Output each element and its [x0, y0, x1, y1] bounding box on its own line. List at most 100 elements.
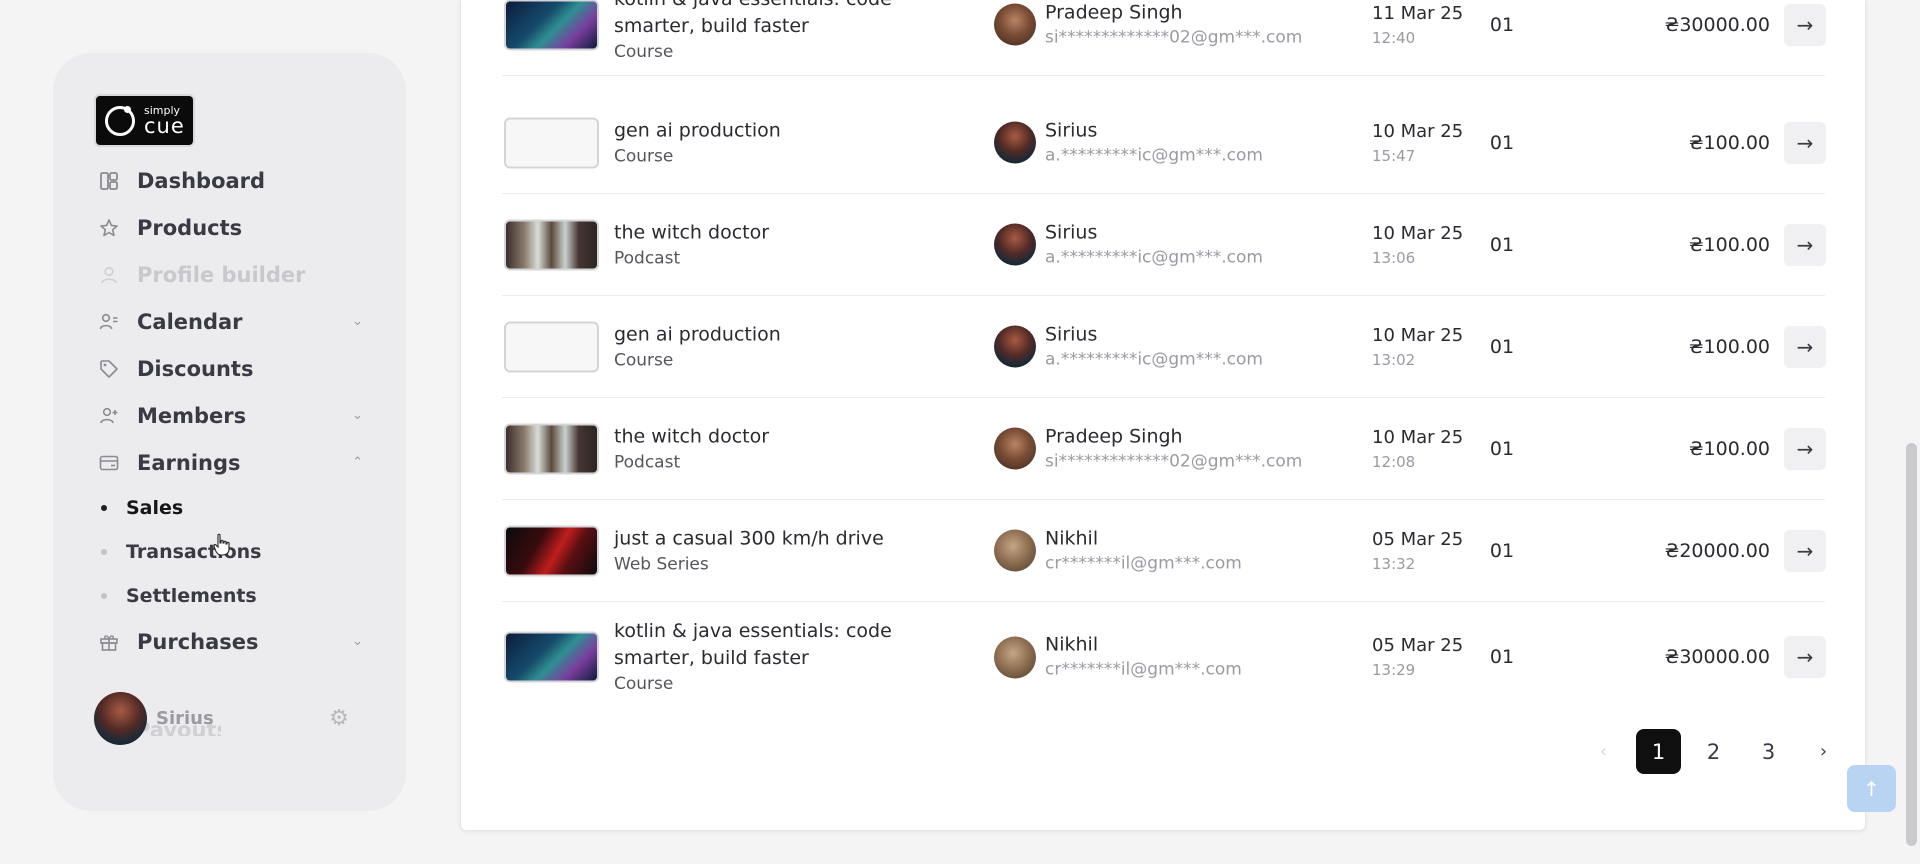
- product-type: Podcast: [614, 248, 681, 268]
- arrow-right-icon[interactable]: →: [1784, 636, 1826, 678]
- amount: ₴100.00: [1688, 131, 1770, 154]
- quantity: 01: [1489, 437, 1515, 460]
- product-type: Course: [614, 350, 674, 370]
- sidebar-item-label: Products: [137, 215, 243, 240]
- sale-date: 10 Mar 25: [1372, 222, 1464, 244]
- sidebar-subitem-settlements[interactable]: Settlements: [98, 574, 368, 618]
- sale-date: 05 Mar 25: [1372, 528, 1464, 550]
- dot: [101, 549, 107, 555]
- scrollbar[interactable]: [1906, 443, 1917, 846]
- table-row: the witch doctor Podcast Pradeep Singh s…: [502, 398, 1826, 500]
- product-title: the witch doctor: [614, 425, 770, 447]
- product-title: kotlin & java essentials: code smarter, …: [614, 0, 892, 37]
- product-type: Course: [614, 674, 674, 694]
- product-title: gen ai production: [614, 323, 781, 345]
- sales-table: kotlin & java essentials: code smarter, …: [460, 0, 1866, 831]
- amount: ₴20000.00: [1664, 539, 1770, 562]
- sidebar-subitem-label: Settlements: [126, 585, 257, 607]
- chevron-right-icon[interactable]: ›: [1801, 729, 1846, 774]
- arrow-right-icon[interactable]: →: [1784, 529, 1826, 572]
- product-thumbnail: [504, 117, 599, 168]
- product-title: gen ai production: [614, 119, 781, 141]
- arrow-right-icon[interactable]: →: [1784, 121, 1826, 164]
- buyer-email: cr*******il@gm***.com: [1045, 659, 1242, 680]
- gift-icon: [98, 631, 120, 653]
- sale-date: 11 Mar 25: [1372, 2, 1464, 24]
- sidebar-item-purchases[interactable]: Purchases ⌄: [98, 618, 368, 665]
- sidebar-subitem-transactions[interactable]: Transactions: [98, 530, 368, 574]
- sidebar-nav: Dashboard Products Profile builder Calen…: [98, 157, 368, 665]
- amount: ₴30000.00: [1664, 646, 1770, 668]
- dashboard-icon: [98, 170, 120, 192]
- arrow-right-icon[interactable]: →: [1784, 427, 1826, 470]
- quantity: 01: [1489, 13, 1515, 36]
- sidebar-item-dashboard[interactable]: Dashboard: [98, 157, 368, 204]
- table-row: kotlin & java essentials: code smarter, …: [502, 0, 1826, 76]
- buyer-name: Pradeep Singh: [1045, 1, 1183, 23]
- tag-icon: [98, 358, 120, 380]
- page-1-button[interactable]: 1: [1636, 729, 1681, 774]
- sale-date: 10 Mar 25: [1372, 324, 1464, 346]
- page-2-button[interactable]: 2: [1691, 729, 1736, 774]
- person-icon: [98, 264, 120, 286]
- product-thumbnail: [504, 423, 599, 474]
- product-type: Podcast: [614, 452, 681, 472]
- avatar: [94, 691, 147, 745]
- arrow-right-icon[interactable]: →: [1784, 325, 1826, 368]
- logo-text-bottom: cue: [144, 113, 185, 138]
- scroll-to-top-button[interactable]: ↑: [1847, 765, 1896, 812]
- buyer-name: Nikhil: [1045, 527, 1099, 549]
- sale-time: 13:29: [1372, 661, 1416, 679]
- user-profile[interactable]: Sirius ⚙: [94, 690, 364, 746]
- sale-time: 13:32: [1372, 554, 1416, 573]
- sale-time: 13:06: [1372, 248, 1416, 267]
- table-row: the witch doctor Podcast Sirius a.******…: [502, 194, 1826, 296]
- sidebar-subitem-label: Sales: [126, 497, 184, 519]
- page-3-button[interactable]: 3: [1746, 729, 1791, 774]
- quantity: 01: [1489, 646, 1515, 668]
- sidebar-item-profile-builder[interactable]: Profile builder: [98, 251, 368, 298]
- product-thumbnail: [504, 219, 599, 270]
- active-dot: [101, 505, 107, 511]
- table-row: gen ai production Course Sirius a.******…: [502, 92, 1826, 194]
- gear-icon[interactable]: ⚙: [329, 706, 349, 731]
- sale-date: 10 Mar 25: [1372, 426, 1464, 448]
- sale-time: 13:02: [1372, 350, 1416, 369]
- chevron-left-icon[interactable]: ‹: [1581, 729, 1626, 774]
- buyer-email: a.*********ic@gm***.com: [1045, 145, 1263, 165]
- buyer-email: a.*********ic@gm***.com: [1045, 349, 1263, 369]
- quantity: 01: [1489, 335, 1515, 358]
- sidebar-item-members[interactable]: Members ⌄: [98, 392, 368, 439]
- sale-time: 15:47: [1372, 146, 1416, 165]
- amount: ₴100.00: [1688, 233, 1770, 256]
- product-title: the witch doctor: [614, 221, 770, 243]
- product-type: Web Series: [614, 554, 709, 574]
- quantity: 01: [1489, 539, 1515, 562]
- chevron-down-icon: ⌄: [352, 408, 363, 423]
- product-thumbnail: [504, 0, 599, 50]
- sidebar-item-calendar[interactable]: Calendar ⌄: [98, 298, 368, 345]
- sidebar-item-earnings[interactable]: Earnings ⌃: [98, 439, 368, 486]
- buyer-email: a.*********ic@gm***.com: [1045, 247, 1263, 267]
- buyer-name: Sirius: [1045, 119, 1098, 141]
- sidebar-item-products[interactable]: Products: [98, 204, 368, 251]
- avatar: [994, 3, 1036, 46]
- buyer-name: Nikhil: [1045, 633, 1099, 656]
- sale-time: 12:40: [1372, 28, 1416, 47]
- amount: ₴100.00: [1688, 335, 1770, 358]
- buyer-name: Sirius: [1045, 323, 1098, 345]
- table-row: kotlin & java essentials: code smarter, …: [502, 602, 1826, 712]
- product-title: just a casual 300 km/h drive: [614, 527, 884, 549]
- app-logo[interactable]: simply cue: [94, 94, 195, 147]
- arrow-right-icon[interactable]: →: [1784, 3, 1826, 46]
- chevron-down-icon: ⌄: [352, 314, 363, 329]
- user-name: Sirius: [156, 707, 214, 729]
- sidebar-subitem-label: Transactions: [126, 541, 262, 563]
- sidebar-item-discounts[interactable]: Discounts: [98, 345, 368, 392]
- sidebar-item-label: Earnings: [137, 450, 241, 475]
- pagination: ‹ 1 2 3 ›: [1571, 729, 1846, 774]
- sale-time: 12:08: [1372, 452, 1416, 471]
- sale-date: 10 Mar 25: [1372, 120, 1464, 142]
- sidebar-subitem-sales[interactable]: Sales: [98, 486, 368, 530]
- arrow-right-icon[interactable]: →: [1784, 223, 1826, 266]
